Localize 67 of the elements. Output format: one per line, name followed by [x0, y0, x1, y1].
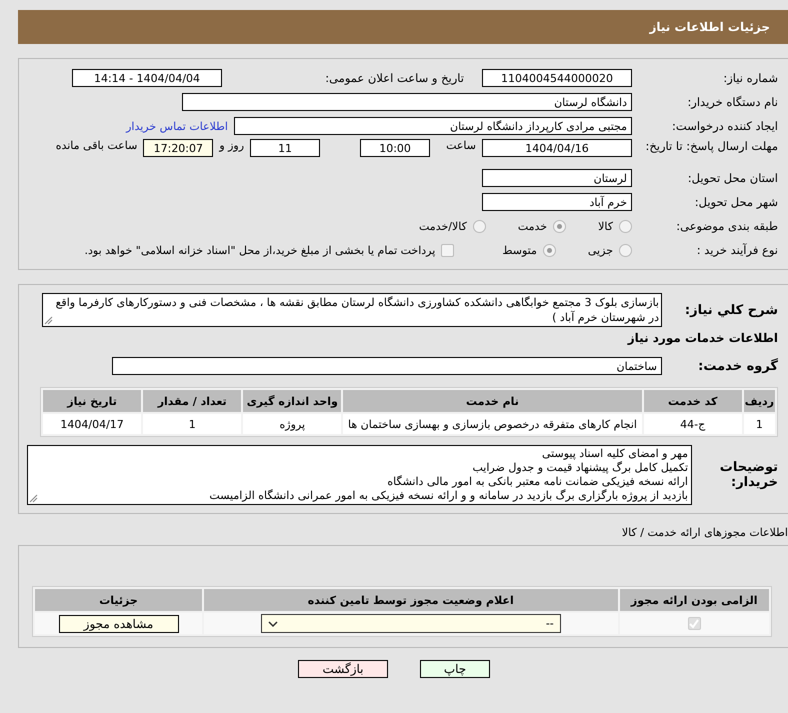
countdown-field[interactable]: 17:20:07 [143, 139, 214, 157]
input-field[interactable]: دانشگاه لرستان [182, 93, 632, 111]
table-cell: انجام کارهای متفرقه درخصوص بازسازی و بهسازی ساختمان ها [343, 414, 642, 434]
section-title: اطلاعات خدمات مورد نیاز [626, 331, 778, 345]
status-dropdown[interactable]: -- [260, 614, 561, 633]
resize-grip-icon[interactable] [29, 494, 38, 503]
field-label: ایجاد کننده درخواست: [671, 119, 778, 133]
section-title: اطلاعات مجوزهای ارائه خدمت / کالا [620, 526, 788, 539]
table-cell: 1 [143, 414, 242, 434]
radio-button[interactable] [472, 220, 486, 232]
column-header: تاریخ نیاز [43, 390, 142, 412]
column-header: اعلام وضعیت مجوز توسط تامین کننده [204, 589, 618, 611]
field-label: ساعت [446, 139, 476, 152]
radio-button[interactable] [619, 244, 632, 256]
input-field[interactable]: 1404/04/16 [482, 139, 632, 157]
radio-button[interactable] [542, 244, 556, 256]
input-field[interactable]: مجتبی مرادی کارپرداز دانشگاه لرستان [234, 117, 632, 135]
field-label: گروه خدمت: [697, 358, 778, 374]
input-field[interactable]: 10:00 [360, 139, 430, 157]
page-title: جزئیات اطلاعات نیاز [18, 10, 788, 44]
field-label: تاریخ و ساعت اعلان عمومی: [324, 71, 464, 85]
field-label: نام دستگاه خریدار: [686, 95, 778, 109]
summary-textarea[interactable]: بازسازی بلوک 3 مجتمع خوابگاهی دانشکده کشاورزی دانشگاه لرستان مطابق نقشه ها ، مشخصات فنی و دستورکارهای کارفرما واقع در شهرستان خرم آباد ) [42, 293, 662, 327]
field-label: توضیحات خریدار: [718, 460, 778, 490]
print-button[interactable]: چاپ [420, 660, 490, 678]
column-header: تعداد / مقدار [143, 390, 242, 412]
field-label: نوع فرآیند خرید : [696, 243, 778, 257]
column-header: جزئیات [35, 589, 202, 611]
back-button[interactable]: بازگشت [298, 660, 388, 678]
input-field[interactable]: خرم آباد [482, 193, 632, 211]
column-header: نام خدمت [343, 390, 642, 412]
field-label: شرح کلي نياز: [684, 302, 778, 318]
column-header: ردیف [744, 390, 775, 412]
input-field[interactable]: 1404/04/04 - 14:14 [72, 69, 222, 87]
table-cell: پروژه [243, 414, 342, 434]
radio-button[interactable] [553, 220, 566, 232]
radio-button[interactable] [619, 220, 632, 232]
radio-label: متوسط [502, 244, 537, 256]
field-label: شماره نیاز: [722, 71, 778, 85]
radio-label: جزیی [588, 244, 613, 256]
table-cell: 1404/04/17 [43, 414, 142, 434]
contact-link[interactable]: اطلاعات تماس خریدار [126, 120, 228, 132]
field-label: مهلت ارسال پاسخ: تا تاریخ: [644, 139, 778, 153]
caret-icon [268, 620, 278, 628]
input-field[interactable]: لرستان [482, 169, 632, 187]
view-permit-button[interactable]: مشاهده مجوز [58, 614, 178, 632]
input-field[interactable]: 1104004544000020 [482, 69, 632, 87]
column-header: الزامی بودن ارائه مجوز [620, 589, 769, 611]
field-label: طبقه بندی موضوعی: [675, 219, 778, 233]
field-label: شهر محل تحویل: [694, 195, 778, 209]
table-cell: ج-44 [644, 414, 742, 434]
checkbox[interactable] [688, 617, 701, 630]
field-label: استان محل تحویل: [686, 171, 778, 185]
column-header: واحد اندازه گیری [243, 390, 342, 412]
field-label: ساعت باقی مانده [56, 139, 138, 152]
radio-label: خدمت [518, 220, 548, 232]
table-cell: 1 [744, 414, 775, 434]
column-header: کد خدمت [644, 390, 742, 412]
field-label: روز و [219, 139, 244, 152]
input-field[interactable]: ساختمان [112, 357, 662, 375]
radio-label: کالا/خدمت [419, 220, 467, 232]
field-label: پرداخت تمام یا بخشی از مبلغ خرید،از محل "اسناد خزانه اسلامی" خواهد بود. [84, 244, 436, 256]
resize-grip-icon[interactable] [44, 316, 53, 325]
checkbox[interactable] [441, 244, 454, 256]
radio-label: کالا [598, 220, 613, 232]
notes-textarea[interactable]: مهر و امضای کلیه اسناد پیوستی تکمیل کامل برگ پیشنهاد قیمت و جدول ضرایب ارائه نسخه فیزیکی ضمانت نامه معتبر بانکی به امور مالی دانشگاه بازدید از پروژه بارگزاری برگ بازدید در سامانه و و ارائه نسخه فیزیکی به امور عمرانی دانشگاه الزامیست [27, 445, 692, 505]
input-field[interactable]: 11 [250, 139, 320, 157]
